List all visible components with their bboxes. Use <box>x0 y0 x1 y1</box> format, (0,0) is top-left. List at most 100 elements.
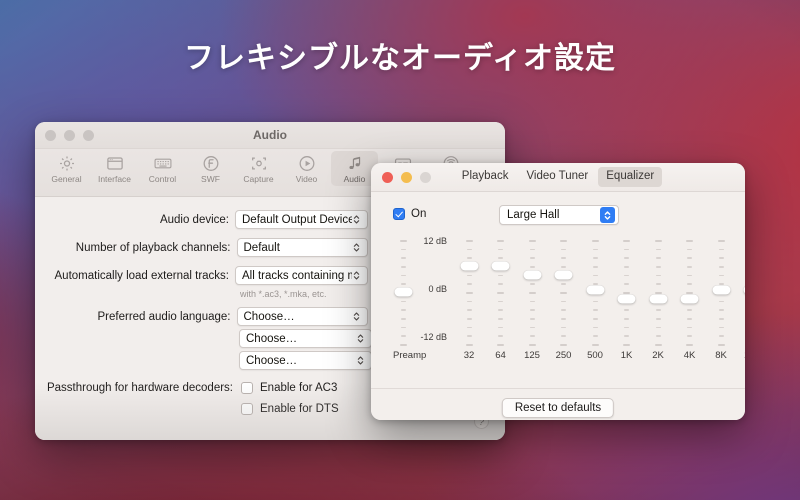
equalizer-enable-checkbox[interactable] <box>393 208 405 220</box>
chevron-updown-icon <box>352 241 361 254</box>
equalizer-enable-row[interactable]: On <box>393 208 426 220</box>
checkbox-enable-ac3[interactable]: Enable for AC3 <box>241 382 337 394</box>
slider-thumb[interactable] <box>586 285 604 294</box>
slider-tick <box>592 240 599 242</box>
slider-tick <box>467 318 472 320</box>
checkbox-box[interactable] <box>241 403 253 415</box>
slider-tick <box>530 283 535 285</box>
slider-tick <box>656 335 661 337</box>
toolbar-item-capture[interactable]: Capture <box>235 151 282 186</box>
slider-tick <box>687 275 692 277</box>
slider-track <box>561 232 566 344</box>
slider-tick <box>467 249 472 251</box>
preferred-language-popup-2[interactable]: Choose… <box>239 329 372 348</box>
equalizer-titlebar: Playback Video Tuner Equalizer <box>371 163 745 192</box>
minimize-button[interactable] <box>401 172 412 183</box>
slider-thumb[interactable] <box>492 262 510 271</box>
gear-icon <box>56 154 78 173</box>
checkbox-enable-dts[interactable]: Enable for DTS <box>241 403 339 415</box>
slider-tick <box>719 309 724 311</box>
slider-tick <box>561 309 566 311</box>
slider-tick <box>467 309 472 311</box>
preferences-titlebar: Audio <box>35 122 505 149</box>
tab-equalizer[interactable]: Equalizer <box>598 167 662 187</box>
field-audio-device: Audio device: Default Output Device <box>35 210 368 229</box>
slider-tick <box>530 335 535 337</box>
slider-tick <box>530 318 535 320</box>
slider-thumb[interactable] <box>744 285 746 294</box>
zoom-button[interactable] <box>420 172 431 183</box>
toolbar-item-swf[interactable]: SWF <box>187 151 234 186</box>
slider-tick <box>561 266 566 268</box>
audio-device-popup[interactable]: Default Output Device <box>235 210 368 229</box>
keyboard-icon <box>152 154 174 173</box>
reset-to-defaults-button[interactable]: Reset to defaults <box>502 398 614 418</box>
slider-thumb[interactable] <box>555 270 573 279</box>
scale-label-min: -12 dB <box>407 332 447 342</box>
slider-tick <box>401 327 406 329</box>
tab-video-tuner[interactable]: Video Tuner <box>518 167 596 187</box>
slider-tick <box>467 327 472 329</box>
preferred-language-popup-3[interactable]: Choose… <box>239 351 372 370</box>
toolbar-item-interface[interactable]: Interface <box>91 151 138 186</box>
zoom-button[interactable] <box>83 130 94 141</box>
window-title: Audio <box>35 128 505 142</box>
slider-tick <box>401 266 406 268</box>
external-tracks-popup[interactable]: All tracks containing mo… <box>235 266 368 285</box>
field-label: Automatically load external tracks: <box>35 270 229 282</box>
slider-tick <box>624 327 629 329</box>
toolbar-label: Control <box>149 175 176 184</box>
slider-thumb[interactable] <box>394 288 412 297</box>
slider-tick <box>560 344 567 346</box>
slider-tick <box>498 309 503 311</box>
slider-tick <box>593 266 598 268</box>
slider-tick <box>687 309 692 311</box>
toolbar-item-general[interactable]: General <box>43 151 90 186</box>
slider-tick <box>467 257 472 259</box>
slider-tick <box>401 309 406 311</box>
slider-tick <box>401 275 406 277</box>
camera-icon <box>248 154 270 173</box>
slider-tick <box>467 283 472 285</box>
equalizer-preset-popup[interactable]: Large Hall <box>499 205 619 225</box>
close-button[interactable] <box>45 130 56 141</box>
slider-thumb[interactable] <box>523 270 541 279</box>
checkbox-box[interactable] <box>241 382 253 394</box>
playback-channels-popup[interactable]: Default <box>237 238 369 257</box>
minimize-button[interactable] <box>64 130 75 141</box>
toolbar-item-control[interactable]: Control <box>139 151 186 186</box>
band-frequency-label: 1K <box>621 350 633 361</box>
popup-value: All tracks containing mo… <box>242 270 352 282</box>
slider-tick <box>719 327 724 329</box>
band-frequency-label: 16K <box>744 350 745 361</box>
divider <box>371 388 745 389</box>
slider-tick <box>401 335 406 337</box>
slider-thumb[interactable] <box>681 294 699 303</box>
slider-tick <box>561 327 566 329</box>
window-icon <box>104 154 126 173</box>
toolbar-label: Interface <box>98 175 131 184</box>
preamp-label: Preamp <box>393 350 426 361</box>
slider-thumb[interactable] <box>649 294 667 303</box>
slider-thumb[interactable] <box>712 285 730 294</box>
band-frequency-label: 125 <box>524 350 540 361</box>
toolbar-item-video[interactable]: Video <box>283 151 330 186</box>
slider-track <box>624 232 629 344</box>
chevron-updown-icon <box>352 213 361 226</box>
band-frequency-label: 2K <box>652 350 664 361</box>
slider-thumb[interactable] <box>618 294 636 303</box>
slider-tick <box>497 292 504 294</box>
slider-tick <box>687 266 692 268</box>
slider-thumb[interactable] <box>460 262 478 271</box>
popup-value: Choose… <box>246 333 356 345</box>
slider-tick <box>686 240 693 242</box>
slider-track <box>467 232 472 344</box>
preferred-language-popup-1[interactable]: Choose… <box>237 307 369 326</box>
slider-track <box>530 232 535 344</box>
slider-track <box>498 232 503 344</box>
slider-tick <box>687 283 692 285</box>
chevron-updown-icon <box>352 269 361 282</box>
close-button[interactable] <box>382 172 393 183</box>
toolbar-label: SWF <box>201 175 220 184</box>
tab-playback[interactable]: Playback <box>454 167 517 187</box>
